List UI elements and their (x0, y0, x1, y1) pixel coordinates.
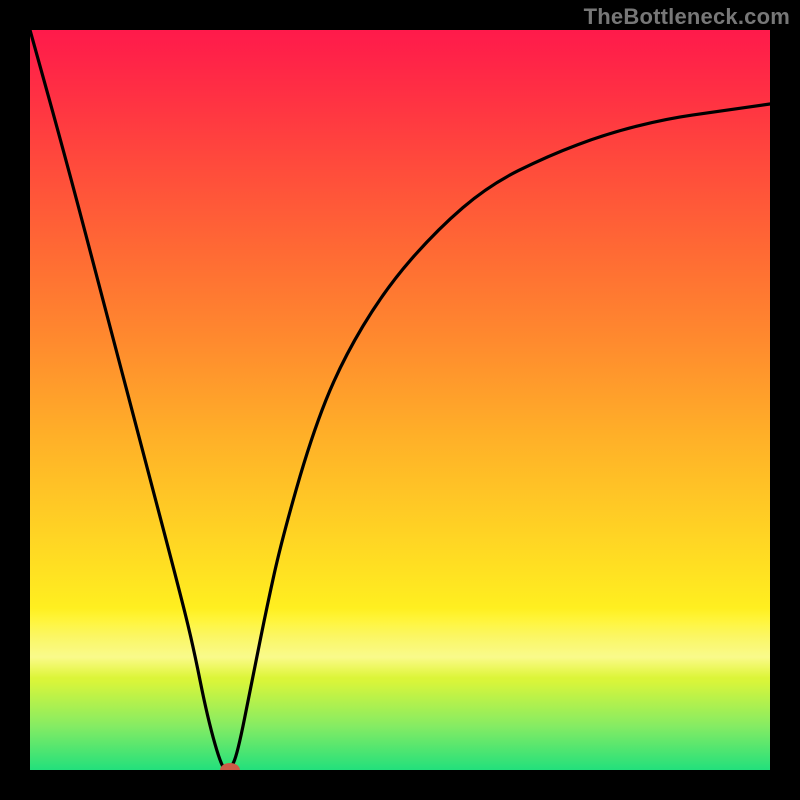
optimum-point-marker (220, 763, 240, 770)
chart-frame: TheBottleneck.com (0, 0, 800, 800)
bottleneck-curve (30, 30, 770, 770)
plot-area (30, 30, 770, 770)
attribution-label: TheBottleneck.com (584, 4, 790, 30)
